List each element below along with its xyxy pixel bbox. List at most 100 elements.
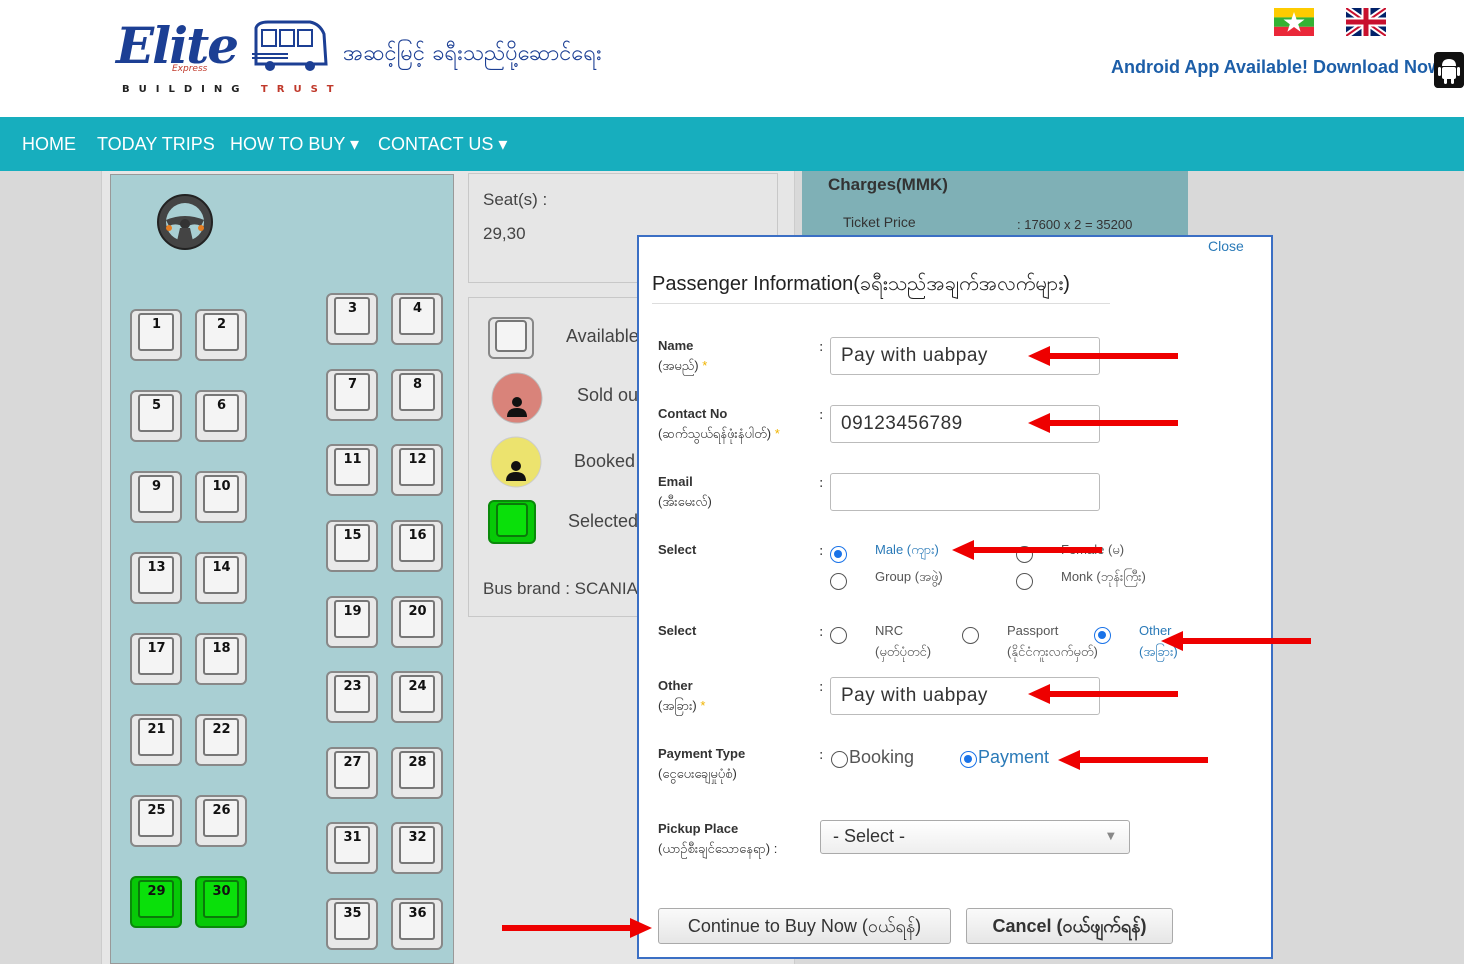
seat-number: 32: [408, 830, 427, 845]
seat-1[interactable]: 1: [130, 309, 183, 362]
seat-number: 8: [412, 377, 423, 392]
seats-value: 29,30: [483, 224, 526, 243]
nrc-label-en: NRC: [875, 623, 904, 638]
seat-32[interactable]: 32: [391, 822, 444, 875]
seat-number: 25: [147, 803, 166, 818]
annotation-arrow-icon: [1161, 631, 1311, 651]
ticket-price-value: : 17600 x 2 = 35200: [1017, 217, 1133, 232]
seat-3[interactable]: 3: [326, 293, 379, 346]
seat-23[interactable]: 23: [326, 671, 379, 724]
seat-28[interactable]: 28: [391, 747, 444, 800]
nrc-radio[interactable]: [830, 627, 847, 644]
nav-how-to-buy[interactable]: HOW TO BUY ▾: [230, 134, 359, 155]
modal-close-link[interactable]: Close: [1208, 238, 1244, 254]
pickup-place-label: Pickup Place (ယာဉ်စီးချင်သောနေရာ) :: [658, 819, 777, 859]
seat-7[interactable]: 7: [326, 369, 379, 422]
seat-number: 18: [212, 641, 231, 656]
email-label-en: Email: [658, 474, 693, 489]
seat-27[interactable]: 27: [326, 747, 379, 800]
seat-26[interactable]: 26: [195, 795, 248, 848]
seat-16[interactable]: 16: [391, 520, 444, 573]
male-label[interactable]: Male (ကျား): [875, 539, 939, 560]
booked-seat-icon: [490, 436, 542, 488]
seat-number: 3: [347, 301, 358, 316]
monk-radio[interactable]: [1016, 573, 1033, 590]
legend-sold-out: Sold ou: [577, 385, 639, 405]
pickup-place-label-en: Pickup Place: [658, 821, 739, 836]
seat-18[interactable]: 18: [195, 633, 248, 686]
myanmar-flag-icon[interactable]: [1274, 8, 1314, 36]
legend-booked: Booked: [574, 451, 636, 471]
seat-19[interactable]: 19: [326, 596, 379, 649]
seat-5[interactable]: 5: [130, 390, 183, 443]
pickup-place-select[interactable]: - Select -: [820, 820, 1130, 854]
email-input[interactable]: [830, 473, 1100, 511]
colon: :: [819, 680, 824, 695]
passport-radio[interactable]: [962, 627, 979, 644]
monk-label[interactable]: Monk (ဘုန်းကြီး): [1061, 566, 1146, 587]
group-radio[interactable]: [830, 573, 847, 590]
nav-today-trips[interactable]: TODAY TRIPS: [97, 134, 215, 155]
contact-label: Contact No (ဆက်သွယ်ရန်ဖုံးနံပါတ်) *: [658, 404, 780, 444]
android-app-link[interactable]: Android App Available! Download Now.: [1111, 57, 1446, 78]
other-id-radio[interactable]: [1094, 627, 1111, 644]
nav-contact-us[interactable]: CONTACT US ▾: [378, 134, 507, 155]
seat-13[interactable]: 13: [130, 552, 183, 605]
seat-number: 11: [343, 452, 362, 467]
seat-36[interactable]: 36: [391, 898, 444, 951]
uk-flag-icon[interactable]: [1346, 8, 1386, 36]
seat-4[interactable]: 4: [391, 293, 444, 346]
seat-6[interactable]: 6: [195, 390, 248, 443]
seat-35[interactable]: 35: [326, 898, 379, 951]
seat-number: 1: [151, 317, 162, 332]
seat-21[interactable]: 21: [130, 714, 183, 767]
nrc-label[interactable]: NRC (မှတ်ပုံတင်): [875, 620, 931, 662]
seat-9[interactable]: 9: [130, 471, 183, 524]
ticket-price-label: Ticket Price: [843, 214, 916, 230]
seat-24[interactable]: 24: [391, 671, 444, 724]
seat-11[interactable]: 11: [326, 444, 379, 497]
male-radio[interactable]: [830, 546, 847, 563]
modal-title: Passenger Information(ခရီးသည်အချက်အလက်မျ…: [652, 273, 1070, 295]
elite-express-logo[interactable]: Elite Express BUILDING TRUST: [110, 12, 340, 102]
logo-tagline: BUILDING TRUST: [122, 84, 343, 95]
seat-15[interactable]: 15: [326, 520, 379, 573]
seat-number: 35: [343, 906, 362, 921]
colon: :: [819, 340, 824, 355]
sold-out-seat-icon: [491, 372, 543, 424]
payment-radio[interactable]: [960, 751, 977, 768]
colon: :: [819, 748, 824, 763]
annotation-arrow-icon: [502, 918, 652, 938]
nav-home[interactable]: HOME: [22, 134, 76, 155]
seat-29[interactable]: 29: [130, 876, 183, 929]
other-label-mm: (အခြား): [658, 698, 697, 713]
seat-8[interactable]: 8: [391, 369, 444, 422]
seat-number: 6: [216, 398, 227, 413]
seat-31[interactable]: 31: [326, 822, 379, 875]
seat-25[interactable]: 25: [130, 795, 183, 848]
continue-to-buy-button[interactable]: Continue to Buy Now (ဝယ်ရန်): [658, 908, 951, 944]
seat-12[interactable]: 12: [391, 444, 444, 497]
booking-radio[interactable]: [831, 751, 848, 768]
passport-label[interactable]: Passport (နိုင်ငံကူးလက်မှတ်): [1007, 620, 1098, 662]
site-header: Elite Express BUILDING TRUST အဆင့်မြင့် …: [0, 0, 1464, 117]
seat-number: 28: [408, 755, 427, 770]
gender-select-label: Select: [658, 542, 697, 557]
seat-20[interactable]: 20: [391, 596, 444, 649]
group-label[interactable]: Group (အဖွဲ့): [875, 566, 943, 587]
seat-30[interactable]: 30: [195, 876, 248, 929]
seat-10[interactable]: 10: [195, 471, 248, 524]
contact-label-en: Contact No: [658, 406, 728, 421]
colon: :: [819, 544, 824, 559]
passport-label-mm: (နိုင်ငံကူးလက်မှတ်): [1007, 644, 1098, 659]
seat-14[interactable]: 14: [195, 552, 248, 605]
seat-22[interactable]: 22: [195, 714, 248, 767]
seat-17[interactable]: 17: [130, 633, 183, 686]
booking-label[interactable]: Booking: [849, 747, 914, 768]
seat-number: 4: [412, 301, 423, 316]
payment-label[interactable]: Payment: [978, 747, 1049, 768]
seat-2[interactable]: 2: [195, 309, 248, 362]
cancel-button[interactable]: Cancel (ဝယ်ဖျက်ရန်): [966, 908, 1173, 944]
android-icon[interactable]: [1434, 52, 1464, 88]
seat-number: 21: [147, 722, 166, 737]
